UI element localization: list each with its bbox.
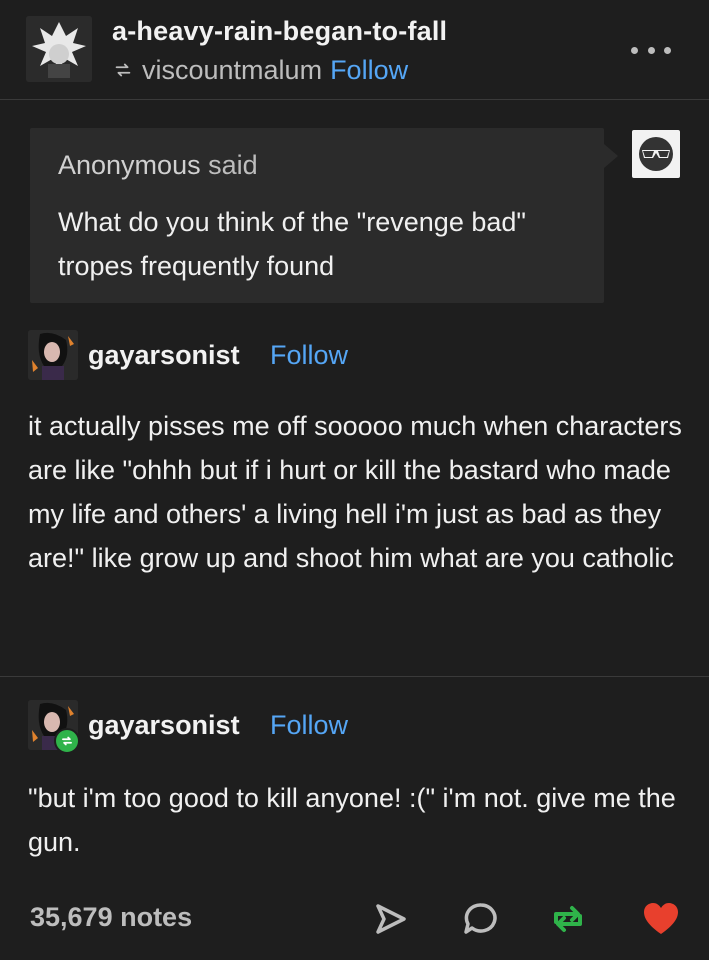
anonymous-avatar-icon xyxy=(632,130,680,178)
post-body: "but i'm too good to kill anyone! :(" i'… xyxy=(28,783,676,857)
asker-name: Anonymous xyxy=(58,150,201,180)
post-footer: 35,679 notes xyxy=(0,880,709,960)
reblog-icon[interactable] xyxy=(547,898,589,940)
blog-name[interactable]: a-heavy-rain-began-to-fall xyxy=(112,16,447,47)
post-author-row: gayarsonist Follow xyxy=(28,330,448,386)
more-options-icon[interactable] xyxy=(631,44,671,56)
author-follow-button[interactable]: Follow xyxy=(270,340,348,371)
reblog-small-icon xyxy=(115,63,131,77)
share-icon[interactable] xyxy=(370,898,412,940)
blog-avatar[interactable] xyxy=(26,16,92,82)
ask-box: Anonymous said What do you think of the … xyxy=(30,128,604,303)
asker-said: said xyxy=(208,150,258,180)
author-username[interactable]: gayarsonist xyxy=(88,340,240,371)
reblog-source: viscountmalum Follow xyxy=(112,54,408,86)
reply-icon[interactable] xyxy=(460,898,502,940)
author-username[interactable]: gayarsonist xyxy=(88,710,240,741)
author-follow-button[interactable]: Follow xyxy=(270,710,348,741)
post-author-row: gayarsonist Follow xyxy=(28,700,448,756)
author-avatar[interactable] xyxy=(28,330,78,380)
reblog-source-name[interactable]: viscountmalum xyxy=(142,55,322,86)
post-body: it actually pisses me off sooooo much wh… xyxy=(28,411,682,573)
ask-pointer xyxy=(604,144,618,168)
reblog-badge-icon xyxy=(54,728,80,754)
like-icon[interactable] xyxy=(640,898,682,940)
post-divider xyxy=(0,676,709,677)
asker-line: Anonymous said xyxy=(58,150,258,181)
notes-count[interactable]: 35,679 notes xyxy=(30,902,192,933)
follow-button[interactable]: Follow xyxy=(330,55,408,86)
ask-question: What do you think of the "revenge bad" t… xyxy=(58,207,526,281)
post-header: a-heavy-rain-began-to-fall viscountmalum… xyxy=(0,0,709,100)
